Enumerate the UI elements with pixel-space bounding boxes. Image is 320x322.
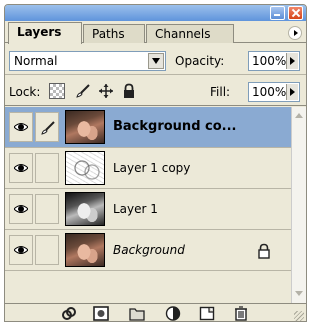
title-bar xyxy=(5,5,306,21)
close-button[interactable] xyxy=(288,6,303,20)
opacity-value: 100% xyxy=(252,54,287,68)
blend-row: Normal Opacity: 100% xyxy=(5,45,306,75)
tab-channels[interactable]: Channels xyxy=(146,24,234,43)
blend-mode-select[interactable]: Normal xyxy=(9,51,166,71)
bottom-toolbar xyxy=(5,303,306,321)
opacity-label: Opacity: xyxy=(175,54,225,68)
brush-indicator[interactable] xyxy=(35,112,59,142)
lock-all-icon[interactable] xyxy=(121,83,137,99)
trash-icon[interactable] xyxy=(233,306,249,321)
opacity-slider-arrow-icon[interactable] xyxy=(286,53,298,69)
lock-position-icon[interactable] xyxy=(98,83,114,99)
opacity-field[interactable]: 100% xyxy=(248,51,300,71)
brush-icon xyxy=(41,121,55,135)
eye-icon xyxy=(14,123,28,131)
panel-tabs: Layers Paths Channels xyxy=(5,21,306,44)
visibility-toggle[interactable] xyxy=(9,194,33,224)
fill-field[interactable]: 100% xyxy=(248,82,300,102)
fill-slider-arrow-icon[interactable] xyxy=(286,84,298,100)
fill-label: Fill: xyxy=(210,85,231,99)
lock-image-pixels-icon[interactable] xyxy=(75,83,91,99)
layer-row-layer-1[interactable]: Layer 1 xyxy=(5,189,291,230)
new-layer-icon[interactable] xyxy=(199,306,215,321)
lock-transparent-pixels-icon[interactable] xyxy=(49,83,65,99)
layer-row-layer-1-copy[interactable]: Layer 1 copy xyxy=(5,148,291,189)
layer-name[interactable]: Layer 1 xyxy=(113,202,158,216)
layer-thumbnail xyxy=(65,151,105,185)
layer-thumbnail xyxy=(65,110,105,144)
chevron-down-icon[interactable] xyxy=(148,53,164,69)
lock-row: Lock: Fill: 100% xyxy=(5,76,306,106)
tab-layers[interactable]: Layers xyxy=(8,22,82,44)
vertical-scrollbar[interactable] xyxy=(291,107,306,303)
eye-icon xyxy=(14,205,28,213)
fill-value: 100% xyxy=(252,85,287,99)
link-cell[interactable] xyxy=(35,235,59,265)
link-layers-icon[interactable] xyxy=(61,306,77,321)
scroll-down-icon[interactable] xyxy=(292,287,306,301)
layers-list: Background co... Layer 1 copy Layer 1 Ba… xyxy=(5,107,306,303)
layers-panel: Layers Paths Channels Normal Opacity: 10… xyxy=(4,4,307,322)
panel-menu-button[interactable] xyxy=(288,26,302,40)
visibility-toggle[interactable] xyxy=(9,235,33,265)
visibility-toggle[interactable] xyxy=(9,112,33,142)
layer-thumbnail xyxy=(65,192,105,226)
new-group-icon[interactable] xyxy=(129,306,145,321)
layer-row-background[interactable]: Background xyxy=(5,230,291,271)
layer-row-background-copy[interactable]: Background co... xyxy=(5,107,291,148)
blend-mode-value: Normal xyxy=(14,54,58,68)
layer-thumbnail xyxy=(65,233,105,267)
resize-grip[interactable] xyxy=(294,311,304,321)
layer-name[interactable]: Background xyxy=(113,243,185,257)
add-layer-mask-icon[interactable] xyxy=(93,306,109,321)
eye-icon xyxy=(14,164,28,172)
layer-name[interactable]: Background co... xyxy=(113,119,236,134)
tab-paths[interactable]: Paths xyxy=(83,24,145,43)
lock-icon xyxy=(258,243,270,259)
adjustment-layer-icon[interactable] xyxy=(165,306,181,321)
lock-label: Lock: xyxy=(9,85,41,99)
minimize-button[interactable] xyxy=(270,6,285,20)
layer-name[interactable]: Layer 1 copy xyxy=(113,161,190,175)
link-cell[interactable] xyxy=(35,194,59,224)
eye-icon xyxy=(14,246,28,254)
scroll-up-icon[interactable] xyxy=(292,109,306,123)
link-cell[interactable] xyxy=(35,153,59,183)
visibility-toggle[interactable] xyxy=(9,153,33,183)
